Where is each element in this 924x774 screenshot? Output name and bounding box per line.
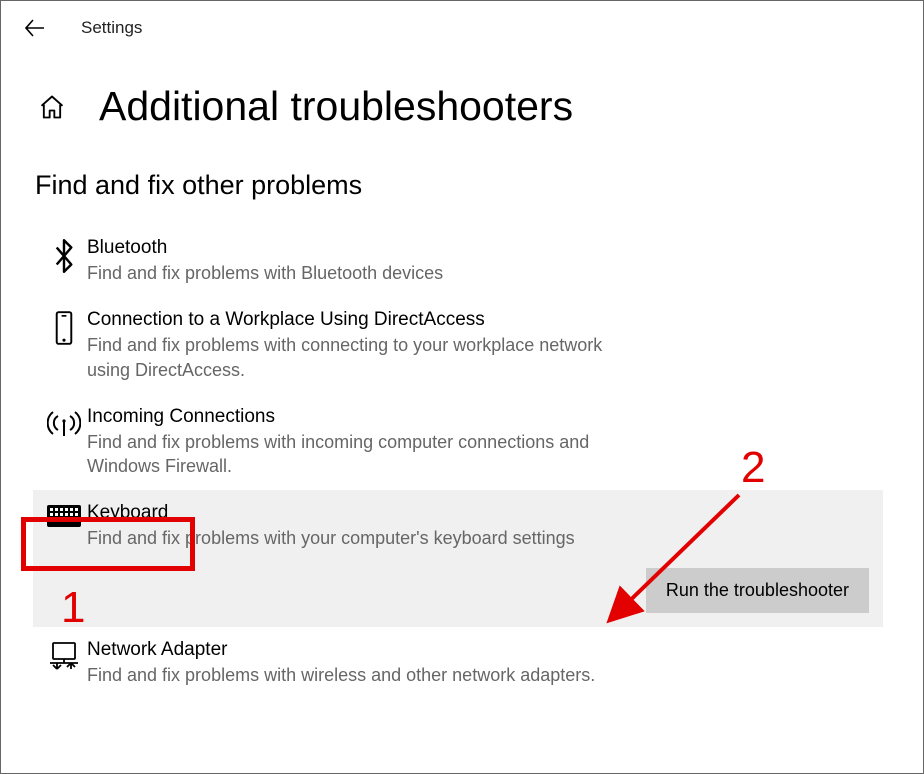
keyboard-icon xyxy=(46,504,82,528)
antenna-icon xyxy=(47,408,81,438)
troubleshooter-item-network-adapter[interactable]: Network Adapter Find and fix problems wi… xyxy=(33,627,883,699)
item-desc: Find and fix problems with incoming comp… xyxy=(87,430,647,479)
page-title: Additional troubleshooters xyxy=(99,83,573,130)
item-desc: Find and fix problems with your computer… xyxy=(87,526,647,550)
home-icon xyxy=(38,93,66,121)
troubleshooter-item-keyboard[interactable]: Keyboard Find and fix problems with your… xyxy=(33,490,883,626)
item-desc: Find and fix problems with wireless and … xyxy=(87,663,647,687)
troubleshooter-item-incoming[interactable]: Incoming Connections Find and fix proble… xyxy=(33,394,883,491)
run-troubleshooter-button[interactable]: Run the troubleshooter xyxy=(646,568,869,613)
phone-icon xyxy=(53,311,75,345)
settings-window: Settings Additional troubleshooters Find… xyxy=(0,0,924,774)
network-adapter-icon xyxy=(48,641,80,671)
item-title: Keyboard xyxy=(87,502,863,524)
page-header: Additional troubleshooters xyxy=(1,45,923,130)
troubleshooter-list: Bluetooth Find and fix problems with Blu… xyxy=(33,225,883,699)
troubleshooter-item-directaccess[interactable]: Connection to a Workplace Using DirectAc… xyxy=(33,297,883,394)
app-title: Settings xyxy=(81,18,142,38)
item-title: Incoming Connections xyxy=(87,406,863,428)
troubleshooter-item-bluetooth[interactable]: Bluetooth Find and fix problems with Blu… xyxy=(33,225,883,297)
item-desc: Find and fix problems with connecting to… xyxy=(87,333,647,382)
item-title: Connection to a Workplace Using DirectAc… xyxy=(87,309,863,331)
section-heading: Find and fix other problems xyxy=(35,170,923,201)
item-desc: Find and fix problems with Bluetooth dev… xyxy=(87,261,647,285)
item-title: Network Adapter xyxy=(87,639,863,661)
item-title: Bluetooth xyxy=(87,237,863,259)
titlebar: Settings xyxy=(1,1,923,45)
back-button[interactable] xyxy=(19,12,51,44)
back-arrow-icon xyxy=(25,18,45,38)
bluetooth-icon xyxy=(50,239,78,273)
home-button[interactable] xyxy=(35,90,69,124)
